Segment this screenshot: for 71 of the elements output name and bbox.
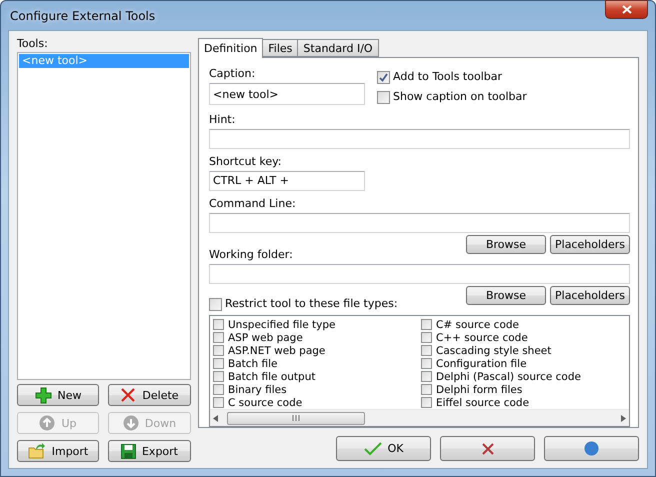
file-type-label: ASP web page — [228, 332, 303, 344]
command-line-label: Command Line: — [209, 197, 297, 211]
ok-button[interactable]: OK — [336, 436, 431, 461]
file-type-label: Delphi form files — [436, 384, 522, 396]
help-button[interactable] — [544, 436, 639, 461]
checkbox[interactable] — [213, 384, 224, 395]
file-type-label: Delphi (Pascal) source code — [436, 370, 581, 382]
hint-field[interactable] — [209, 129, 630, 150]
plus-icon — [34, 386, 52, 404]
window-title: Configure External Tools — [9, 8, 156, 22]
checkbox[interactable] — [377, 70, 390, 84]
check-mark-icon — [364, 442, 382, 456]
checkbox[interactable] — [213, 332, 224, 343]
file-type-label: Cascading style sheet — [436, 344, 552, 356]
caption-label: Caption: — [209, 67, 256, 81]
checkbox[interactable] — [421, 397, 432, 408]
cancel-button[interactable] — [440, 436, 535, 461]
delete-button[interactable]: Delete — [108, 384, 191, 406]
export-button[interactable]: Export — [108, 440, 191, 462]
checkbox[interactable] — [209, 298, 222, 310]
browse-button[interactable]: Browse — [466, 235, 546, 254]
checkbox[interactable] — [213, 397, 224, 408]
grip-icon — [292, 415, 300, 421]
add-to-toolbar-label: Add to Tools toolbar — [393, 70, 502, 84]
file-type-label: C source code — [228, 396, 302, 408]
checkbox[interactable] — [421, 319, 432, 330]
file-type-label: C++ source code — [436, 332, 528, 344]
hint-label: Hint: — [209, 113, 236, 128]
scroll-right-icon[interactable] — [621, 414, 626, 422]
tab[interactable]: Standard I/O — [297, 39, 379, 57]
import-button[interactable]: Import — [17, 440, 99, 462]
checkbox[interactable] — [213, 345, 224, 356]
horizontal-scrollbar[interactable] — [210, 409, 629, 426]
checkbox[interactable] — [421, 384, 432, 395]
show-caption-label: Show caption on toolbar — [393, 90, 527, 104]
checkbox[interactable] — [213, 371, 224, 382]
tools-label: Tools: — [17, 37, 49, 51]
scroll-left-icon[interactable] — [213, 414, 218, 422]
file-type-label: Unspecified file type — [228, 318, 336, 330]
new-button[interactable]: New — [17, 384, 99, 406]
command-line-field[interactable] — [209, 213, 630, 233]
checkbox[interactable] — [421, 332, 432, 343]
checkbox[interactable] — [377, 90, 390, 104]
file-type-label: Batch file — [228, 358, 278, 370]
working-folder-field[interactable] — [209, 264, 630, 284]
checkbox[interactable] — [421, 358, 432, 369]
file-type-label: Configuration file — [436, 358, 527, 370]
caption-field[interactable]: <new tool> — [209, 83, 365, 105]
file-type-label: ASP.NET web page — [228, 344, 326, 356]
tab[interactable]: Files — [262, 39, 298, 57]
folder-icon — [28, 443, 46, 459]
shortcut-key-label: Shortcut key: — [209, 154, 283, 169]
close-button[interactable] — [605, 0, 648, 19]
working-folder-label: Working folder: — [209, 248, 294, 262]
placeholders-button[interactable]: Placeholders — [550, 286, 630, 305]
file-type-label: Binary files — [228, 384, 287, 396]
browse-button[interactable]: Browse — [466, 286, 546, 305]
file-type-label: Eiffel source code — [436, 396, 530, 408]
checkbox[interactable] — [421, 345, 432, 356]
checkbox[interactable] — [213, 319, 224, 330]
restrict-file-types-label: Restrict tool to these file types: — [225, 297, 398, 311]
placeholders-button[interactable]: Placeholders — [550, 235, 630, 254]
shortcut-key-field[interactable]: CTRL + ALT + — [209, 170, 365, 191]
close-icon — [622, 5, 632, 14]
checkbox[interactable] — [421, 371, 432, 382]
file-type-label: Batch file output — [228, 370, 316, 382]
tab[interactable]: Definition — [198, 38, 264, 58]
delete-icon — [120, 387, 136, 403]
cancel-icon — [480, 442, 494, 456]
file-type-label: C# source code — [436, 318, 519, 330]
checkbox[interactable] — [213, 358, 224, 369]
